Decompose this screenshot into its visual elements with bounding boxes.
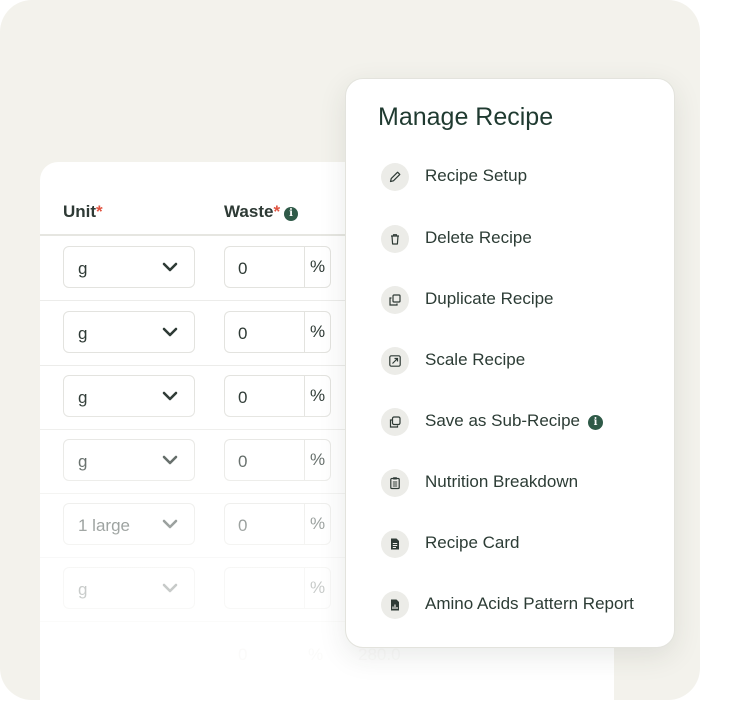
info-icon[interactable]: i	[284, 207, 299, 221]
menu-item-delete-recipe[interactable]: Delete Recipe	[378, 219, 668, 259]
waste-value: 0	[238, 645, 248, 664]
unit-select[interactable]: g	[63, 246, 195, 288]
scale-icon	[381, 347, 409, 375]
chevron-down-icon	[162, 519, 178, 529]
unit-value: g	[78, 580, 88, 599]
unit-value: 1 large	[78, 516, 130, 535]
waste-input[interactable]: 0	[224, 246, 304, 288]
unit-value: g	[78, 452, 88, 471]
waste-value: 0	[238, 452, 248, 471]
menu-title: Manage Recipe	[378, 103, 554, 131]
unit-column-header: Unit*	[63, 202, 103, 221]
waste-value: 0	[238, 324, 248, 343]
menu-item-label: Duplicate Recipe	[425, 289, 554, 308]
info-icon[interactable]: i	[587, 415, 603, 430]
waste-value: 0	[238, 516, 248, 535]
unit-select[interactable]: g	[63, 311, 195, 353]
menu-item-amino-acids-report[interactable]: Amino Acids Pattern Report	[378, 585, 668, 625]
duplicate-icon	[381, 286, 409, 314]
percent-label: %	[304, 503, 331, 545]
unit-select[interactable]: g	[63, 567, 195, 609]
chevron-down-icon	[162, 455, 178, 465]
report-chart-icon	[381, 591, 409, 619]
unit-select[interactable]: g	[63, 375, 195, 417]
trash-icon	[381, 225, 409, 253]
sub-recipe-icon	[381, 408, 409, 436]
unit-select[interactable]: 1 large	[63, 503, 195, 545]
menu-item-recipe-setup[interactable]: Recipe Setup	[378, 157, 668, 197]
percent-label: %	[304, 375, 331, 417]
unit-value: g	[78, 324, 88, 343]
waste-input[interactable]: 0	[224, 439, 304, 481]
document-icon	[381, 530, 409, 558]
menu-item-label: Amino Acids Pattern Report	[425, 594, 634, 613]
pencil-icon	[381, 163, 409, 191]
percent-label: %	[304, 311, 331, 353]
unit-value: g	[78, 388, 88, 407]
chevron-down-icon	[162, 327, 178, 337]
menu-item-save-as-sub-recipe[interactable]: Save as Sub-Recipe i	[378, 402, 668, 442]
waste-input[interactable]: 0	[224, 503, 304, 545]
chevron-down-icon	[162, 391, 178, 401]
percent-label: %	[304, 439, 331, 481]
waste-value: 0	[238, 259, 248, 278]
chevron-down-icon	[162, 262, 178, 272]
menu-item-label: Recipe Setup	[425, 166, 528, 185]
percent-label: %	[304, 246, 331, 288]
waste-input[interactable]	[224, 567, 304, 609]
menu-item-recipe-card[interactable]: Recipe Card	[378, 524, 668, 564]
menu-item-label: Delete Recipe	[425, 228, 532, 247]
required-mark: *	[96, 202, 103, 221]
menu-item-label: Recipe Card	[425, 533, 520, 552]
waste-input[interactable]: 0	[224, 311, 304, 353]
waste-value: 0	[238, 388, 248, 407]
percent-label: %	[304, 567, 331, 609]
unit-value: g	[78, 259, 88, 278]
menu-item-label: Scale Recipe	[425, 350, 526, 369]
menu-item-nutrition-breakdown[interactable]: Nutrition Breakdown	[378, 463, 668, 503]
chevron-down-icon	[162, 583, 178, 593]
menu-item-duplicate-recipe[interactable]: Duplicate Recipe	[378, 280, 668, 320]
waste-column-header: Waste* i	[224, 202, 299, 222]
amount-value: 280.0	[358, 645, 401, 664]
menu-item-label: Nutrition Breakdown	[425, 472, 579, 491]
menu-item-scale-recipe[interactable]: Scale Recipe	[378, 341, 668, 381]
menu-item-label: Save as Sub-Recipe i	[425, 411, 603, 431]
clipboard-icon	[381, 469, 409, 497]
unit-select[interactable]: g	[63, 439, 195, 481]
required-mark: *	[273, 202, 281, 221]
waste-input[interactable]: 0	[224, 375, 304, 417]
percent-label: %	[308, 645, 324, 664]
manage-recipe-menu: Manage Recipe Recipe Setup Delete Recipe…	[345, 78, 675, 648]
